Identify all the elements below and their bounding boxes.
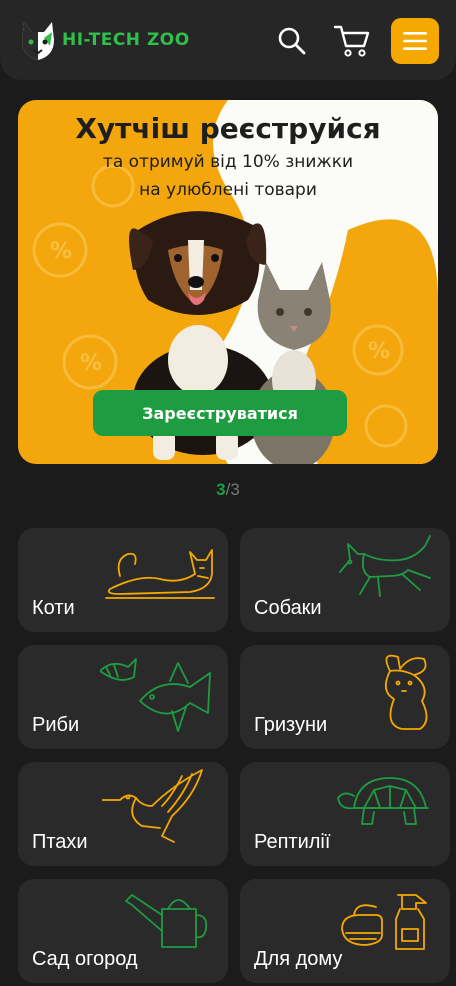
category-label: Гризуни bbox=[254, 714, 328, 736]
category-label: Рептилії bbox=[254, 831, 331, 853]
category-label: Для дому bbox=[254, 948, 343, 970]
rabbit-icon bbox=[384, 654, 428, 730]
bird-icon bbox=[102, 769, 203, 843]
category-label: Коти bbox=[32, 597, 75, 619]
category-label: Собаки bbox=[254, 597, 322, 619]
watering-can-icon bbox=[125, 894, 208, 948]
category-label: Птахи bbox=[32, 831, 88, 853]
logo-icon[interactable] bbox=[20, 20, 56, 62]
dog-icon bbox=[339, 535, 431, 597]
banner-subtitle-line2: на улюблені товари bbox=[139, 180, 317, 200]
cleaning-icon bbox=[341, 894, 427, 950]
pager-total: 3 bbox=[230, 480, 240, 499]
category-label: Сад огород bbox=[32, 948, 138, 970]
slider-pager: 3/3 bbox=[0, 480, 456, 500]
banner-subtitle: та отримуй від 10% знижки на улюблені то… bbox=[18, 148, 438, 204]
cart-icon bbox=[333, 25, 370, 57]
svg-text:%: % bbox=[50, 239, 72, 264]
menu-icon bbox=[403, 32, 427, 50]
cat-icon bbox=[105, 549, 215, 599]
search-button[interactable] bbox=[272, 18, 312, 64]
svg-text:%: % bbox=[368, 339, 390, 364]
category-dogs[interactable]: Собаки bbox=[240, 528, 450, 632]
banner-title: Хутчіш реєструйся bbox=[75, 112, 381, 145]
brand-name[interactable]: HI-TECH ZOO bbox=[62, 30, 190, 50]
fish-icon bbox=[100, 658, 211, 732]
register-button[interactable]: Зареєструватися bbox=[93, 390, 347, 436]
category-label: Риби bbox=[32, 714, 80, 736]
category-fish[interactable]: Риби bbox=[18, 645, 228, 749]
promo-banner[interactable]: % % % Хутчіш реєструйся та отримуй від 1… bbox=[18, 100, 438, 464]
turtle-icon bbox=[337, 777, 429, 825]
menu-button[interactable] bbox=[391, 18, 439, 64]
category-reptiles[interactable]: Рептилії bbox=[240, 762, 450, 866]
svg-text:%: % bbox=[80, 351, 102, 376]
category-home[interactable]: Для дому bbox=[240, 879, 450, 983]
top-header: HI-TECH ZOO bbox=[0, 0, 456, 80]
category-birds[interactable]: Птахи bbox=[18, 762, 228, 866]
pager-current: 3 bbox=[216, 480, 226, 499]
category-garden[interactable]: Сад огород bbox=[18, 879, 228, 983]
category-cats[interactable]: Коти bbox=[18, 528, 228, 632]
banner-subtitle-line1: та отримуй від 10% знижки bbox=[102, 152, 354, 172]
search-icon bbox=[278, 27, 306, 55]
cart-button[interactable] bbox=[330, 18, 374, 64]
category-rodents[interactable]: Гризуни bbox=[240, 645, 450, 749]
